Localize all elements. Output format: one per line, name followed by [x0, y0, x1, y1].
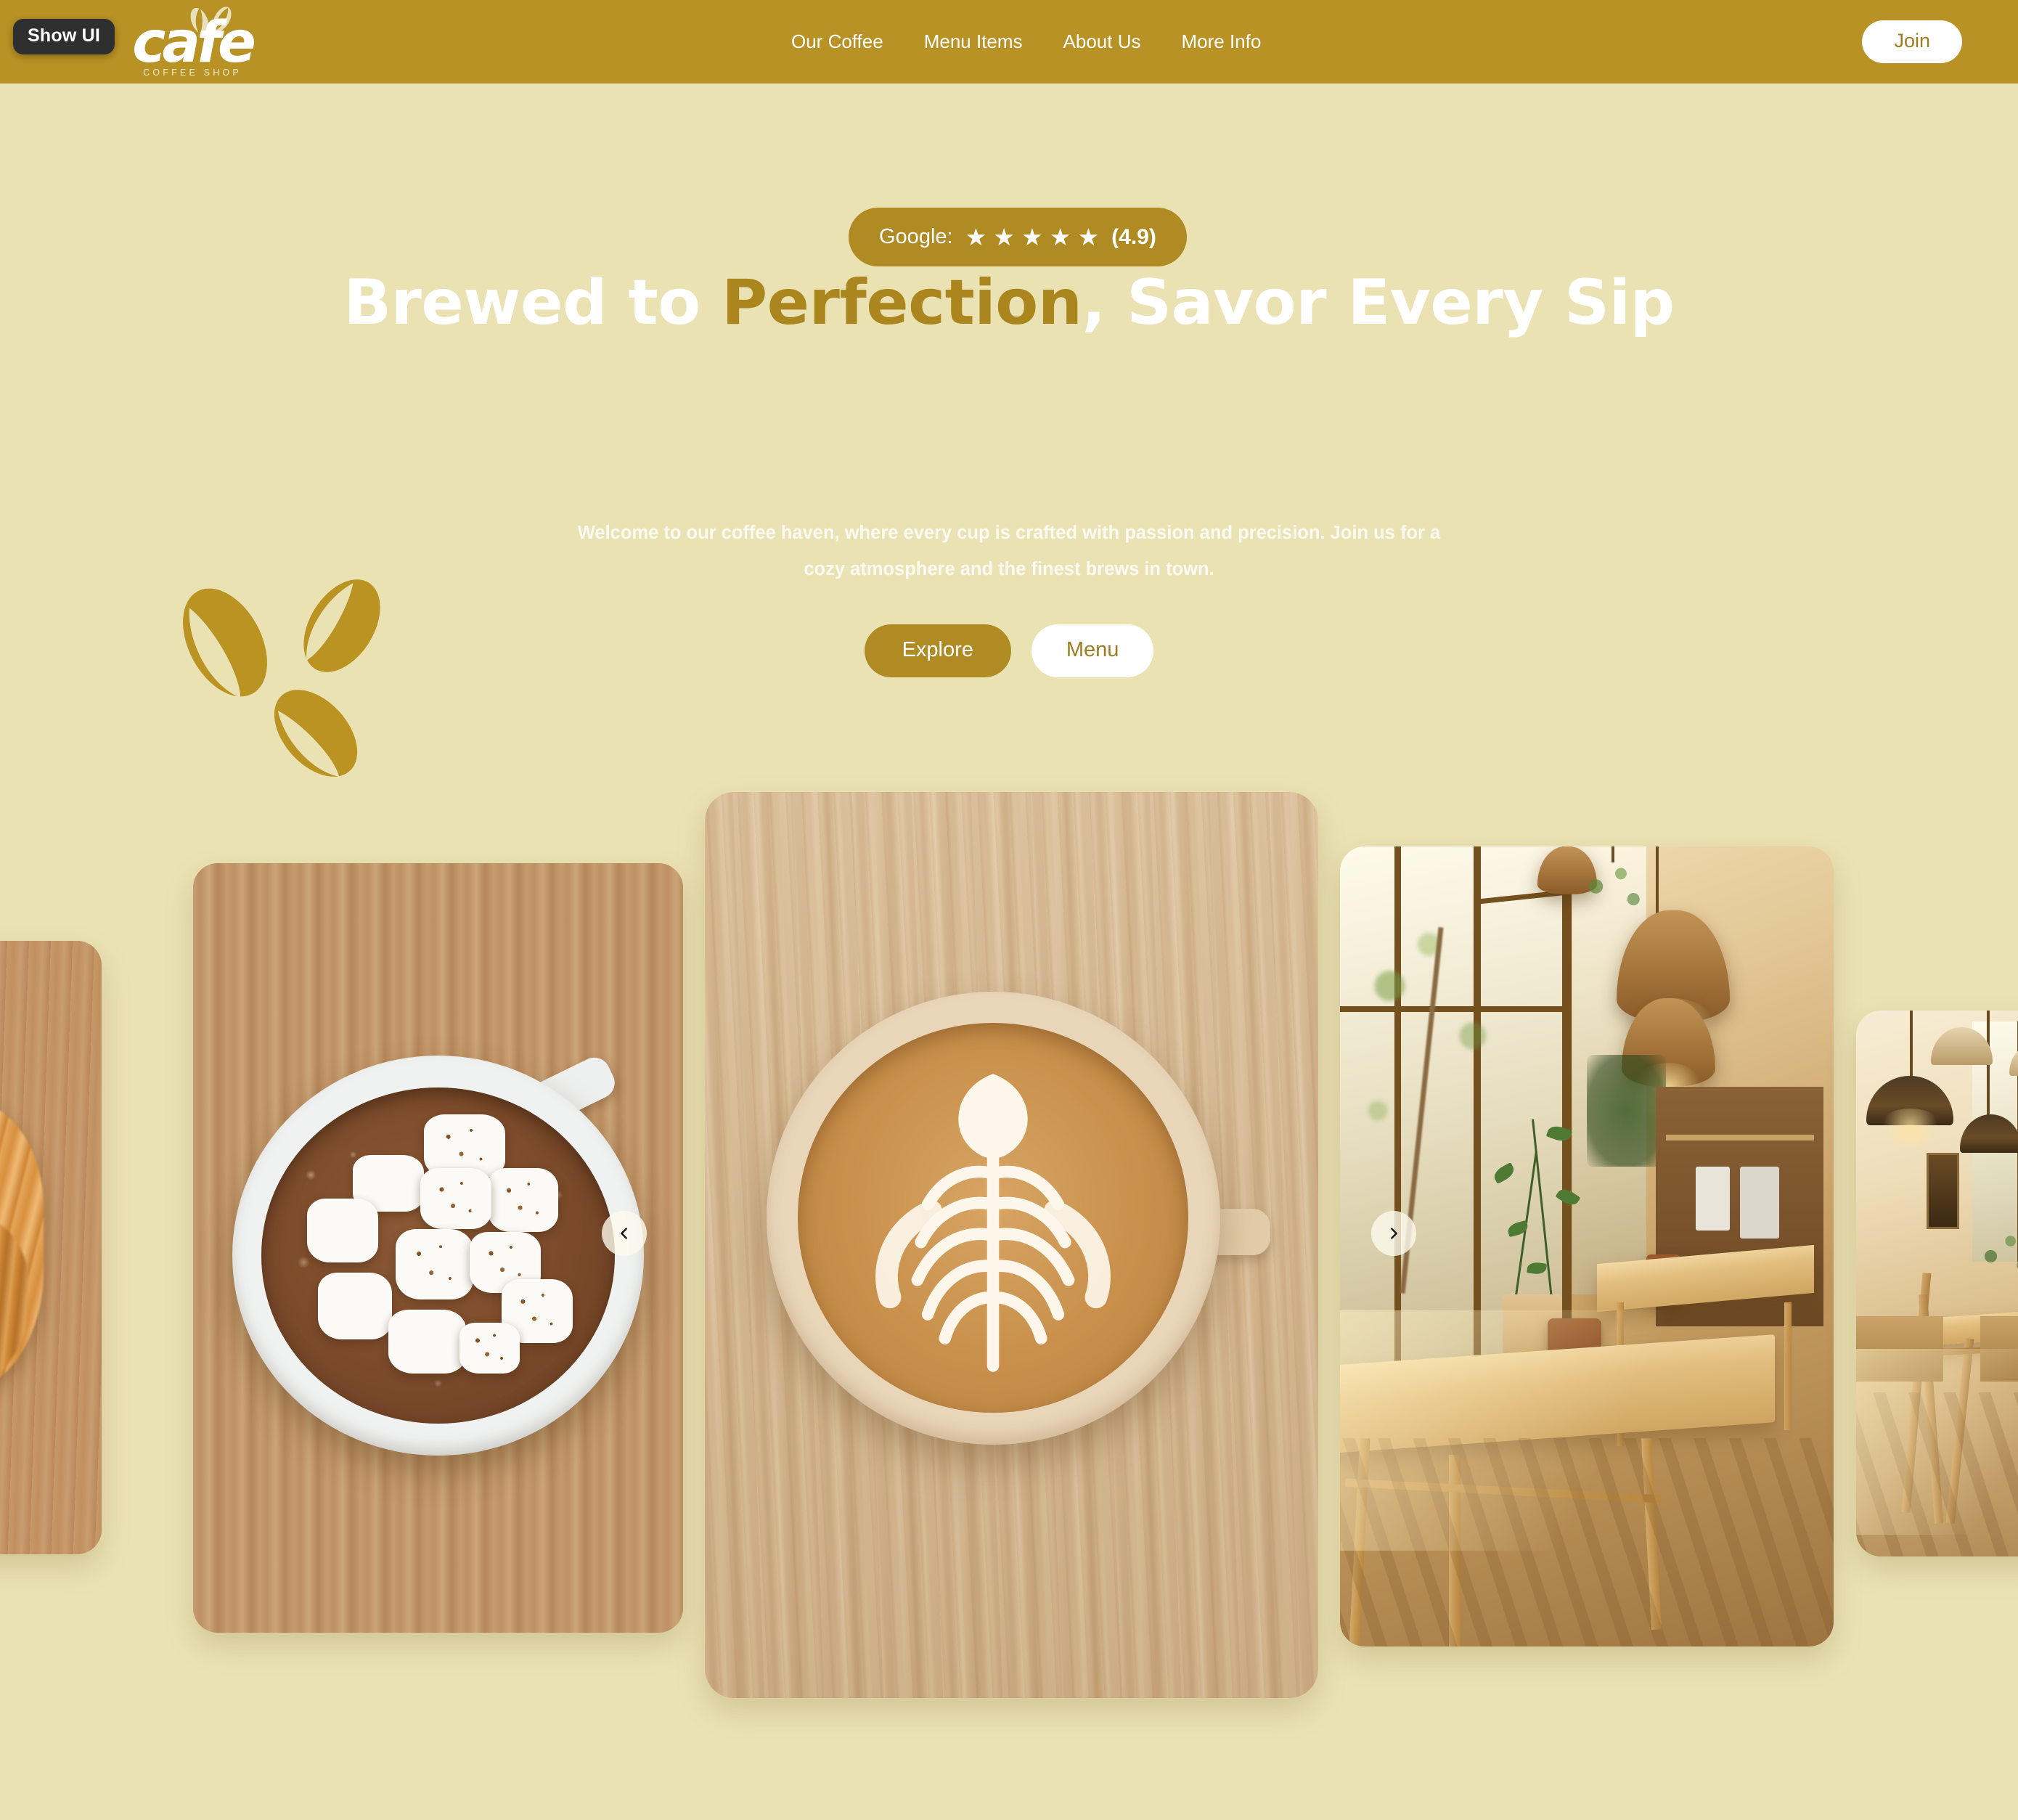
pendant-cord-shape [1986, 1011, 1990, 1120]
pendant-lamp-glow [1876, 1109, 1943, 1147]
mug-shape [232, 1056, 644, 1456]
hero-subheadline: Welcome to our coffee haven, where every… [577, 523, 1441, 579]
hanging-plant-shape [1572, 854, 1651, 935]
shelf-board-shape [1665, 1134, 1814, 1140]
marshmallow-shape [388, 1309, 467, 1374]
image-carousel [0, 784, 2018, 1728]
chevron-left-icon [621, 1228, 627, 1239]
hero-headline: Brewed to Perfection, Savor Every Sip [0, 269, 2018, 338]
shelf-item-shape [1695, 1166, 1731, 1231]
sunlight-patch-shape [1340, 1310, 1706, 1551]
rating-stars-icon: ★ ★ ★ ★ ★ [965, 224, 1100, 250]
site-logo[interactable]: cafe COFFEE SHOP [123, 3, 261, 83]
croissant-image [0, 941, 102, 1554]
carousel-slide-cafe-interior-lamps[interactable] [1856, 1011, 2018, 1556]
show-ui-button[interactable]: Show UI [13, 19, 115, 54]
wall-frame-shape [1926, 1152, 1960, 1229]
join-button[interactable]: Join [1862, 20, 1962, 63]
marshmallow-shape [459, 1323, 520, 1374]
chevron-right-icon [1391, 1228, 1397, 1239]
nav-item-more-info[interactable]: More Info [1181, 30, 1261, 53]
explore-button[interactable]: Explore [864, 624, 1011, 677]
headline-tail: , Savor Every Sip [1082, 266, 1675, 339]
hero-section: Google: ★ ★ ★ ★ ★ (4.9) Brewed to Perfec… [0, 83, 2018, 777]
carousel-slide-latte-art[interactable] [705, 792, 1318, 1698]
nav-item-about-us[interactable]: About Us [1063, 30, 1141, 53]
marshmallow-shape [317, 1272, 393, 1340]
site-header: Show UI cafe COFFEE SHOP Our Coffee Menu… [0, 0, 2018, 83]
wall-plant-shape [1587, 1054, 1666, 1167]
logo-wordmark: cafe [132, 10, 256, 76]
menu-button[interactable]: Menu [1031, 624, 1154, 677]
carousel-prev-button[interactable] [602, 1211, 647, 1256]
latte-cup-shape [766, 991, 1220, 1445]
latte-art-image [705, 792, 1318, 1698]
main-navigation: Our Coffee Menu Items About Us More Info [791, 0, 1261, 83]
latte-crema-shape [798, 1023, 1189, 1413]
headline-lead: Brewed to [343, 266, 722, 339]
coffee-beans-decoration-icon [183, 579, 380, 777]
carousel-next-button[interactable] [1371, 1211, 1416, 1256]
carousel-slide-croissant[interactable] [0, 941, 102, 1554]
google-rating-badge: Google: ★ ★ ★ ★ ★ (4.9) [849, 208, 1187, 266]
logo-tagline: COFFEE SHOP [143, 68, 242, 78]
cafe-interior-image [1340, 846, 1834, 1646]
carousel-slide-cafe-interior[interactable] [1340, 846, 1834, 1646]
rating-source-label: Google: [879, 225, 953, 248]
sunlight-patch-shape [1856, 1349, 2018, 1535]
cafe-interior-lamps-image [1856, 1011, 2018, 1556]
rosetta-latte-art-icon [875, 1073, 1111, 1372]
shelf-item-shape [1739, 1166, 1780, 1239]
plant-shape [1972, 1217, 2018, 1295]
nav-item-menu-items[interactable]: Menu Items [924, 30, 1023, 53]
table-leg-shape [1784, 1302, 1792, 1431]
pendant-cord-shape [1910, 1011, 1913, 1082]
marshmallow-shape [487, 1168, 559, 1233]
nav-item-our-coffee[interactable]: Our Coffee [791, 30, 883, 53]
cocoa-surface-shape [261, 1087, 616, 1424]
marshmallow-shape [307, 1198, 378, 1262]
rating-score-value: (4.9) [1111, 224, 1156, 249]
marshmallow-shape [420, 1168, 491, 1229]
headline-accent: Perfection [722, 266, 1082, 339]
marshmallow-shape [395, 1228, 474, 1299]
